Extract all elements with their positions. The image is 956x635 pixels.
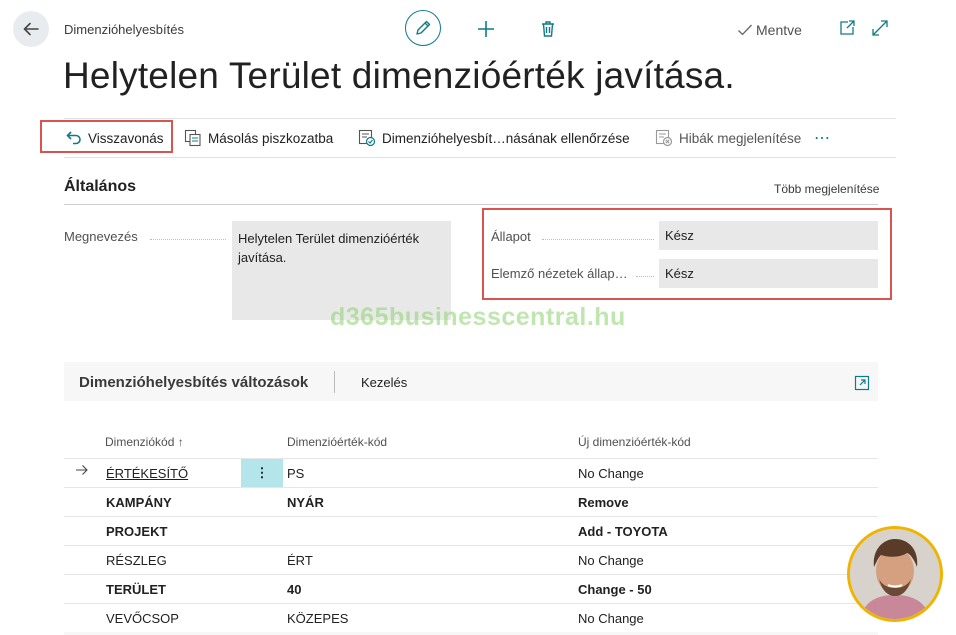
arrow-left-icon <box>23 22 39 36</box>
pencil-icon <box>416 20 431 35</box>
dimension-value-cell[interactable]: ÉRT <box>287 553 313 568</box>
status-field: Kész <box>659 221 878 250</box>
panel-separator <box>334 371 335 393</box>
action-bar: Visszavonás Másolás piszkozatba Dimenzió… <box>64 118 896 158</box>
new-value-cell[interactable]: No Change <box>578 466 644 481</box>
new-value-cell[interactable]: Add - TOYOTA <box>578 524 668 539</box>
open-new-window-button[interactable] <box>838 19 856 42</box>
validate-icon <box>358 129 376 147</box>
dimension-value-cell[interactable]: KÖZEPES <box>287 611 348 626</box>
edit-button[interactable] <box>405 10 441 46</box>
analysis-views-status-label: Elemző nézetek állap… <box>491 266 628 281</box>
saved-label: Mentve <box>756 22 802 38</box>
validate-action[interactable]: Dimenzióhelyesbít…násának ellenőrzése <box>358 119 630 157</box>
column-dimension-code[interactable]: Dimenziókód ↑ <box>105 435 184 449</box>
copy-to-draft-action[interactable]: Másolás piszkozatba <box>184 119 333 157</box>
dimension-code-cell[interactable]: TERÜLET <box>106 582 166 597</box>
column-dimension-value-code[interactable]: Dimenzióérték-kód <box>287 435 387 449</box>
dimension-code-cell[interactable]: KAMPÁNY <box>106 495 172 510</box>
saved-status: Mentve <box>737 22 802 38</box>
delete-button[interactable] <box>537 18 559 40</box>
dimension-value-cell[interactable]: PS <box>287 466 304 481</box>
status-label: Állapot <box>491 229 531 244</box>
more-actions-button[interactable]: ⋯ <box>814 119 830 157</box>
expand-panel-button[interactable] <box>854 375 870 396</box>
table-row[interactable]: RÉSZLEG ÉRT No Change <box>64 545 878 574</box>
column-new-dimension-value-code[interactable]: Új dimenzióérték-kód <box>578 435 691 449</box>
show-errors-label: Hibák megjelenítése <box>679 130 802 146</box>
dimension-value-cell[interactable]: NYÁR <box>287 495 324 510</box>
new-value-cell[interactable]: No Change <box>578 611 644 626</box>
show-errors-action[interactable]: Hibák megjelenítése <box>655 119 801 157</box>
validate-label: Dimenzióhelyesbít…násának ellenőrzése <box>382 130 630 146</box>
copy-draft-icon <box>184 129 201 147</box>
table-row[interactable]: KAMPÁNY NYÁR Remove <box>64 487 878 516</box>
section-divider <box>64 204 878 205</box>
row-selected-arrow-icon <box>75 464 89 479</box>
new-value-cell[interactable]: Change - 50 <box>578 582 652 597</box>
analysis-views-status-field: Kész <box>659 259 878 288</box>
undo-label: Visszavonás <box>88 130 164 146</box>
trash-icon <box>542 21 554 37</box>
table-row[interactable]: VEVŐCSOP KÖZEPES No Change <box>64 603 878 632</box>
dotted-leader <box>150 239 226 240</box>
expand-icon <box>872 20 888 36</box>
undo-action[interactable]: Visszavonás <box>66 119 164 157</box>
watermark: d365businesscentral.hu <box>330 303 626 331</box>
presenter-avatar <box>847 526 943 622</box>
breadcrumb: Dimenzióhelyesbítés <box>64 22 184 37</box>
collapse-button[interactable] <box>871 19 889 42</box>
plus-icon <box>478 21 494 37</box>
dimension-value-cell[interactable]: 40 <box>287 582 301 597</box>
dimension-code-cell[interactable]: VEVŐCSOP <box>106 611 179 626</box>
popout-icon <box>840 20 855 35</box>
dimension-code-cell[interactable]: ÉRTÉKESÍTŐ <box>106 466 188 481</box>
undo-icon <box>66 131 81 145</box>
dotted-leader <box>636 276 654 277</box>
show-errors-icon <box>655 129 673 147</box>
dotted-leader <box>542 239 654 240</box>
show-more-link[interactable]: Több megjelenítése <box>774 182 879 196</box>
table-row[interactable]: PROJEKT Add - TOYOTA <box>64 516 878 545</box>
dimension-code-cell[interactable]: PROJEKT <box>106 524 167 539</box>
copy-to-draft-label: Másolás piszkozatba <box>208 130 334 146</box>
table-header: Dimenziókód ↑ Dimenzióérték-kód Új dimen… <box>64 401 878 458</box>
description-label: Megnevezés <box>64 229 138 244</box>
table-row[interactable]: TERÜLET 40 Change - 50 <box>64 574 878 603</box>
checkmark-icon <box>738 24 752 36</box>
new-button[interactable] <box>475 18 497 40</box>
expand-panel-icon <box>854 375 870 391</box>
dimension-code-cell[interactable]: RÉSZLEG <box>106 553 167 568</box>
table-row[interactable]: ÉRTÉKESÍTŐ ⋮ PS No Change <box>64 458 878 487</box>
general-section-title[interactable]: Általános <box>64 178 136 196</box>
back-button[interactable] <box>13 11 49 47</box>
new-value-cell[interactable]: No Change <box>578 553 644 568</box>
changes-panel-title[interactable]: Dimenzióhelyesbítés változások <box>79 374 308 391</box>
manage-menu[interactable]: Kezelés <box>361 375 407 390</box>
new-value-cell[interactable]: Remove <box>578 495 629 510</box>
row-menu-button[interactable]: ⋮ <box>241 459 283 487</box>
page-title: Helytelen Terület dimenzióérték javítása… <box>63 55 735 96</box>
changes-table: Dimenziókód ↑ Dimenzióérték-kód Új dimen… <box>64 401 878 632</box>
